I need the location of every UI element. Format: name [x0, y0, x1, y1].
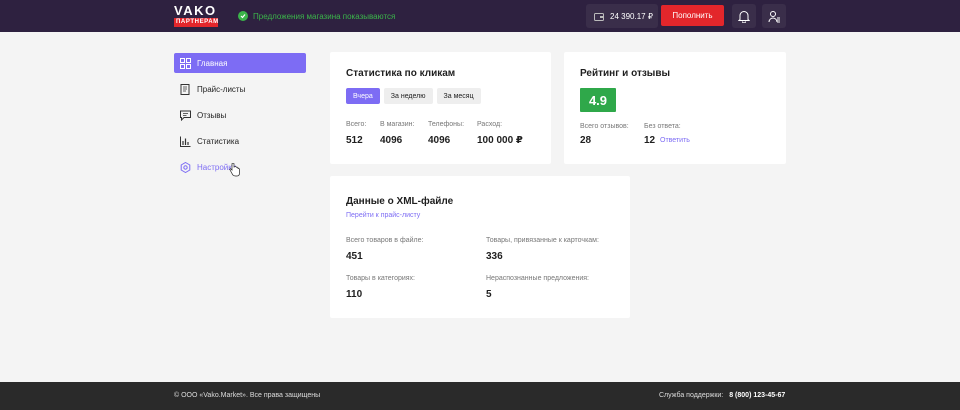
bar-chart-icon — [180, 136, 191, 147]
sidebar-item-statistics[interactable]: Статистика — [174, 131, 306, 151]
rating-title: Рейтинг и отзывы — [580, 68, 671, 79]
sidebar-item-settings[interactable]: Настройки — [174, 157, 306, 177]
total-reviews-value: 28 — [580, 135, 592, 146]
sidebar-item-label: Прайс-листы — [197, 84, 246, 94]
gear-icon — [180, 161, 191, 173]
stat-total-value: 512 — [346, 135, 363, 146]
topup-button[interactable]: Пополнить — [661, 5, 724, 26]
shop-status: Предложения магазина показываются — [238, 11, 395, 21]
xml-unrecognized-label: Нераспознанные предложения: — [486, 275, 589, 282]
notifications-button[interactable] — [732, 4, 756, 28]
click-stats-title: Статистика по кликам — [346, 68, 456, 79]
logo-text: VAKO — [174, 3, 217, 18]
xml-linked-value: 336 — [486, 251, 503, 262]
period-tabs: Вчера За неделю За месяц — [346, 88, 481, 104]
sidebar-item-label: Статистика — [197, 136, 240, 146]
support-info: Служба поддержки: 8 (800) 123-45-67 — [659, 392, 785, 399]
xml-unrecognized-value: 5 — [486, 289, 492, 300]
sidebar-item-reviews[interactable]: Отзывы — [174, 105, 306, 125]
balance-amount: 24 390.17 ₽ — [610, 11, 653, 21]
xml-title: Данные о XML-файле — [346, 196, 454, 207]
footer: © ООО «Vako.Market». Все права защищены … — [0, 382, 960, 410]
xml-category-value: 110 — [346, 289, 363, 300]
total-reviews-label: Всего отзывов: — [580, 123, 629, 130]
rating-card: Рейтинг и отзывы 4.9 Всего отзывов: 28 Б… — [564, 52, 786, 164]
xml-category-label: Товары в категориях: — [346, 275, 415, 282]
bell-icon — [738, 10, 750, 23]
hand-cursor-icon — [229, 163, 240, 177]
stat-shop-value: 4096 — [380, 135, 403, 146]
sidebar-item-home[interactable]: Главная — [174, 53, 306, 73]
check-circle-icon — [238, 11, 248, 21]
stat-spend-label: Расход: — [477, 121, 503, 128]
grid-icon — [180, 57, 191, 69]
price-list-icon — [180, 83, 190, 95]
sidebar-item-label: Главная — [197, 58, 228, 68]
user-settings-icon — [768, 10, 780, 22]
stat-phones-label: Телефоны: — [428, 121, 465, 128]
sidebar-item-price-lists[interactable]: Прайс-листы — [174, 79, 306, 99]
support-label: Служба поддержки: — [659, 392, 724, 399]
sidebar-item-label: Отзывы — [197, 110, 227, 120]
tab-yesterday[interactable]: Вчера — [346, 88, 380, 104]
reply-link[interactable]: Ответить — [660, 137, 690, 144]
top-header: VAKO ПАРТНЕРАМ Предложения магазина пока… — [0, 0, 960, 32]
tab-week[interactable]: За неделю — [383, 88, 433, 104]
stat-phones-value: 4096 — [428, 135, 451, 146]
xml-linked-label: Товары, привязанные к карточкам: — [486, 237, 599, 244]
balance-widget[interactable]: 24 390.17 ₽ — [586, 4, 658, 28]
click-stats-card: Статистика по кликам Вчера За неделю За … — [330, 52, 551, 164]
logo-badge: ПАРТНЕРАМ — [174, 18, 219, 27]
copyright-text: © ООО «Vako.Market». Все права защищены — [174, 392, 321, 399]
stat-shop-label: В магазин: — [380, 121, 415, 128]
shop-status-text: Предложения магазина показываются — [253, 11, 396, 21]
unanswered-label: Без ответа: — [644, 123, 681, 130]
chat-icon — [180, 110, 191, 121]
profile-button[interactable] — [762, 4, 786, 28]
unanswered-value: 12 — [644, 135, 656, 146]
tab-month[interactable]: За месяц — [436, 88, 481, 104]
wallet-icon — [594, 12, 604, 21]
xml-total-value: 451 — [346, 251, 363, 262]
go-to-price-list-link[interactable]: Перейти к прайс-листу — [346, 212, 420, 219]
xml-total-label: Всего товаров в файле: — [346, 237, 424, 244]
xml-data-card: Данные о XML-файле Перейти к прайс-листу… — [330, 176, 630, 318]
stat-spend-value: 100 000 ₽ — [477, 135, 523, 146]
rating-score-badge: 4.9 — [580, 88, 616, 112]
stat-total-label: Всего: — [346, 121, 367, 128]
sidebar-nav: Главная Прайс-листы Отзывы Статистика На… — [174, 53, 306, 183]
support-phone[interactable]: 8 (800) 123-45-67 — [729, 392, 785, 399]
logo[interactable]: VAKO ПАРТНЕРАМ — [174, 4, 218, 27]
